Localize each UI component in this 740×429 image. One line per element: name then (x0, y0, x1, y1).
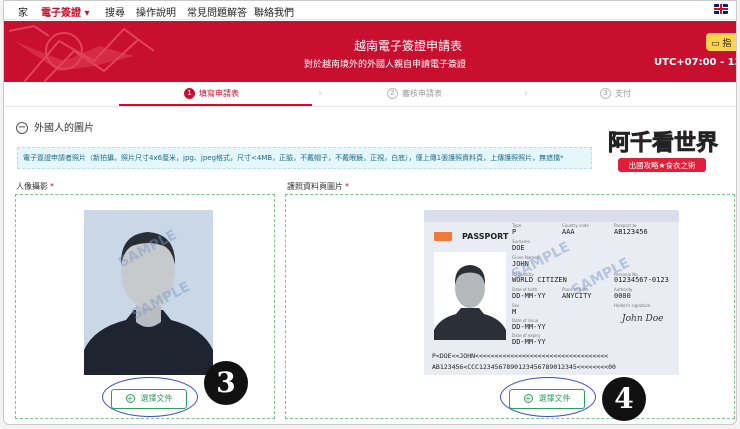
step-fill-form: 1 填寫申請表 (184, 88, 239, 99)
required-mark: * (345, 182, 349, 191)
field-value: DOE (512, 244, 525, 252)
passport-title: PASSPORT (462, 232, 509, 241)
portrait-label-text: 人像攝影 (16, 182, 48, 191)
button-label: 選擇文件 (538, 394, 571, 403)
portrait-sample-image (84, 210, 213, 375)
required-mark: * (50, 182, 54, 191)
nav-evisa-label: 電子簽證 (41, 8, 81, 19)
field-value: DD-MM-YY (512, 323, 546, 331)
photo-requirements-note: 電子簽證申請者照片（新拍攝，照片尺寸4x6厘米，jpg、jpeg格式，尺寸<4M… (17, 147, 592, 169)
guide-button[interactable]: ▭ 指 (706, 33, 736, 51)
field-value: 0000 (614, 292, 631, 300)
step-marker-3: 3 (204, 361, 248, 405)
section-header[interactable]: − 外國人的圖片 (16, 119, 94, 134)
collapse-icon[interactable]: − (16, 122, 28, 134)
chevron-down-icon: ▾ (84, 8, 90, 19)
chevron-right-icon: › (524, 88, 528, 99)
language-flag-icon[interactable] (714, 4, 728, 14)
header-banner: 越南電子簽證申請表 對於越南境外的外國人親自申請電子簽證 ▭ 指 UTC+07:… (4, 21, 736, 82)
page-frame: 家 電子簽證 ▾ 搜尋 操作說明 常見問題解答 聯絡我們 越南電子簽證申請表 對… (3, 0, 737, 425)
passport-choose-file-button[interactable]: + 選擇文件 (509, 389, 585, 409)
blog-logo: 阿千看世界 出國攻略★食衣之術 (608, 131, 718, 172)
section-title: 外國人的圖片 (34, 123, 94, 134)
mrz-line-1: P<DOE<<JOHN<<<<<<<<<<<<<<<<<<<<<<<<<<<<<… (432, 352, 609, 360)
drum-pattern-icon (8, 24, 155, 82)
step-number: 3 (600, 88, 611, 99)
page-title: 越南電子簽證申請表 (354, 39, 463, 53)
holder-signature: John Doe (622, 314, 664, 324)
passport-label: 護照資料頁圖片 * (287, 181, 349, 192)
top-navigation: 家 電子簽證 ▾ 搜尋 操作說明 常見問題解答 聯絡我們 (4, 1, 736, 20)
nav-instructions[interactable]: 操作說明 (136, 4, 176, 19)
field-value: AB123456 (614, 228, 648, 236)
passport-photo (434, 252, 506, 340)
field-value: P (512, 228, 517, 236)
step-number: 1 (184, 88, 195, 99)
field-value: DD-MM-YY (512, 338, 546, 346)
nav-faq[interactable]: 常見問題解答 (187, 4, 247, 19)
nav-search[interactable]: 搜尋 (105, 4, 125, 19)
mrz-line-2: AB123456<CCC1234567890123456789012345<<<… (432, 363, 616, 371)
passport-label-text: 護照資料頁圖片 (287, 182, 343, 191)
guide-label: 指 (722, 39, 732, 49)
person-silhouette-icon (84, 232, 213, 375)
field-value: 01234567-0123 (614, 276, 669, 284)
plus-icon: + (125, 394, 135, 403)
page-subtitle: 對於越南境外的外國人親自申請電子簽證 (304, 60, 467, 70)
passport-sample-image: PASSPORT Type P Country code AAA Passpor… (424, 210, 679, 375)
field-value: M (512, 308, 517, 316)
field-value: DD-MM-YY (512, 292, 546, 300)
field-label: Holder's signature (614, 303, 651, 308)
utc-time: UTC+07:00 - 13/11, (654, 57, 736, 68)
portrait-label: 人像攝影 * (16, 181, 54, 192)
step-label: 審核申請表 (402, 89, 442, 98)
chevron-right-icon: › (318, 88, 322, 99)
step-label: 填寫申請表 (199, 89, 239, 98)
step-label: 支付 (615, 89, 631, 98)
nav-contact[interactable]: 聯絡我們 (254, 4, 294, 19)
nav-home[interactable]: 家 (18, 4, 28, 19)
active-step-underline (119, 104, 312, 106)
portrait-choose-file-button[interactable]: + 選擇文件 (111, 389, 187, 409)
passport-emblem-icon (434, 232, 452, 241)
field-value: AAA (562, 228, 575, 236)
plus-icon: + (523, 394, 533, 403)
person-silhouette-icon (434, 265, 506, 340)
step-review-form: 2 審核申請表 (387, 88, 442, 99)
progress-steps: 1 填寫申請表 › 2 審核申請表 › 3 支付 (4, 83, 736, 107)
step-number: 2 (387, 88, 398, 99)
svg-text:阿千看世界: 阿千看世界 (608, 131, 718, 156)
passport-header-band (424, 210, 679, 222)
nav-evisa[interactable]: 電子簽證 ▾ (41, 4, 90, 19)
step-payment: 3 支付 (600, 88, 631, 99)
button-label: 選擇文件 (140, 394, 173, 403)
svg-text:出國攻略★食衣之術: 出國攻略★食衣之術 (629, 160, 696, 170)
step-marker-4: 4 (602, 377, 646, 421)
book-icon: ▭ (711, 39, 720, 49)
